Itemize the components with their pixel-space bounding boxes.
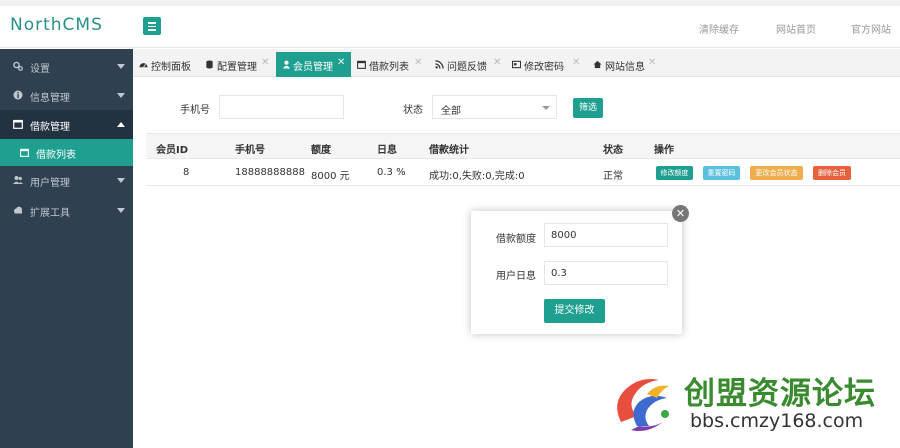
clear-cache-link[interactable]: 清除缓存: [699, 21, 739, 36]
hamburger-icon-line: [148, 22, 156, 24]
tab-label: 问题反馈: [447, 62, 487, 73]
calendar-icon: [20, 148, 29, 157]
user-icon: [282, 60, 291, 69]
cell-daily-rate: 0.3 %: [377, 167, 406, 178]
sidebar-item-label: 用户管理: [30, 178, 70, 189]
reset-password-button[interactable]: 重置密码: [703, 166, 740, 180]
watermark-url: bbs.cmzy168.com: [690, 410, 864, 432]
chevron-down-icon: [117, 64, 125, 69]
chevron-down-icon: [117, 178, 125, 183]
chevron-up-icon: [117, 122, 125, 127]
hamburger-icon-line: [148, 29, 156, 31]
calendar-icon: [13, 119, 23, 129]
delete-member-button[interactable]: 删除会员: [813, 166, 851, 180]
menu-toggle-button[interactable]: [143, 17, 161, 35]
status-select-value: 全部: [441, 106, 461, 117]
official-site-link[interactable]: 官方网站: [851, 21, 891, 36]
tab-close-icon[interactable]: ✕: [572, 57, 580, 68]
sidebar-item-tools[interactable]: 扩展工具: [0, 196, 133, 225]
dashboard-icon: [139, 63, 148, 68]
filter-button[interactable]: 筛选: [573, 98, 603, 118]
logo-area: NorthCMS: [0, 6, 133, 48]
users-icon: [13, 176, 23, 184]
tab-close-icon[interactable]: ✕: [648, 57, 656, 68]
tab-dashboard[interactable]: 控制面板: [139, 52, 201, 77]
cloud-icon: [14, 206, 22, 214]
column-header-loan-stats: 借款统计: [429, 145, 469, 156]
modal-close-icon[interactable]: ✕: [672, 205, 689, 222]
quota-field-label: 借款额度: [496, 234, 536, 245]
info-icon: [13, 90, 23, 100]
sidebar-item-label: 扩展工具: [30, 208, 70, 219]
sidebar: 设置 信息管理 借款管理 借款列表 用户管理 扩展工具: [0, 49, 133, 448]
change-member-status-button[interactable]: 更改会员状态: [750, 166, 803, 180]
tab-close-icon[interactable]: ✕: [261, 57, 269, 68]
chevron-down-icon: [542, 106, 550, 110]
rate-field-input[interactable]: [544, 261, 668, 285]
swirl-logo-icon: [617, 379, 669, 431]
tab-close-icon[interactable]: ✕: [337, 57, 345, 68]
submit-changes-button[interactable]: 提交修改: [544, 299, 605, 323]
tab-change-password[interactable]: 修改密码 ✕: [512, 52, 585, 77]
app-logo: NorthCMS: [10, 15, 103, 35]
top-header: NorthCMS 清除缓存 网站首页 官方网站: [0, 6, 900, 48]
column-header-status: 状态: [603, 145, 623, 156]
site-home-link[interactable]: 网站首页: [776, 21, 816, 36]
phone-filter-label: 手机号: [180, 105, 210, 116]
chevron-down-icon: [117, 208, 125, 213]
tab-label: 控制面板: [151, 62, 191, 73]
tab-label: 借款列表: [369, 62, 409, 73]
tab-site-info[interactable]: 网站信息 ✕: [593, 52, 661, 77]
sidebar-item-loans[interactable]: 借款管理: [0, 110, 133, 139]
edit-quota-button[interactable]: 修改额度: [656, 166, 693, 180]
tab-label: 会员管理: [293, 62, 333, 73]
rate-field-label: 用户日息: [496, 271, 536, 282]
tab-loan-list[interactable]: 借款列表 ✕: [357, 52, 425, 77]
table-row: 8 18888888888 8000 元 0.3 % 成功:0,失败:0,完成:…: [146, 159, 900, 186]
cell-loan-stats: 成功:0,失败:0,完成:0: [429, 171, 525, 182]
sidebar-subitem-loan-list[interactable]: 借款列表: [0, 139, 133, 166]
quota-field-input[interactable]: [544, 223, 668, 247]
tab-label: 修改密码: [524, 62, 564, 73]
sidebar-item-info[interactable]: 信息管理: [0, 81, 133, 110]
card-icon: [512, 60, 521, 69]
cell-status: 正常: [603, 171, 623, 182]
sidebar-item-label: 借款管理: [30, 122, 70, 133]
sidebar-item-settings[interactable]: 设置: [0, 52, 133, 81]
phone-filter-input[interactable]: [219, 95, 344, 119]
tab-feedback[interactable]: 问题反馈 ✕: [435, 52, 503, 77]
tab-close-icon[interactable]: ✕: [493, 57, 501, 68]
column-header-phone: 手机号: [235, 145, 265, 156]
sidebar-item-label: 信息管理: [30, 93, 70, 104]
column-header-actions: 操作: [654, 145, 674, 156]
gears-icon: [13, 61, 23, 71]
column-header-daily-rate: 日息: [377, 145, 397, 156]
column-header-id: 会员ID: [156, 145, 189, 156]
hamburger-icon-line: [148, 25, 156, 27]
calendar-icon: [357, 60, 366, 69]
edit-quota-modal: 借款额度 用户日息 提交修改: [471, 211, 682, 334]
sidebar-item-label: 设置: [30, 64, 50, 75]
column-header-quota: 额度: [311, 145, 331, 156]
rss-icon: [435, 60, 444, 69]
sidebar-subitem-label: 借款列表: [36, 150, 76, 161]
tab-members[interactable]: 会员管理 ✕: [276, 52, 351, 77]
tab-close-icon[interactable]: ✕: [414, 57, 422, 68]
sidebar-item-users[interactable]: 用户管理: [0, 166, 133, 195]
chevron-down-icon: [117, 93, 125, 98]
tab-config[interactable]: 配置管理 ✕: [205, 52, 275, 77]
watermark-title: 创盟资源论坛: [684, 376, 876, 412]
table-header-row: 会员ID 手机号 额度 日息 借款统计 状态 操作: [146, 133, 900, 159]
database-icon: [206, 60, 213, 69]
cell-quota: 8000 元: [311, 171, 350, 182]
watermark-logo: 创盟资源论坛 bbs.cmzy168.com: [604, 360, 895, 442]
cell-phone: 18888888888: [235, 167, 305, 178]
tab-label: 配置管理: [217, 62, 257, 73]
status-filter-label: 状态: [403, 105, 423, 116]
home-icon: [593, 60, 602, 69]
tab-label: 网站信息: [605, 62, 645, 73]
tab-bar: 控制面板 配置管理 ✕ 会员管理 ✕ 借款列表 ✕ 问题反馈 ✕ 修改密码 ✕ …: [133, 49, 900, 77]
status-filter-select[interactable]: 全部: [432, 95, 557, 119]
cell-member-id: 8: [183, 167, 190, 178]
